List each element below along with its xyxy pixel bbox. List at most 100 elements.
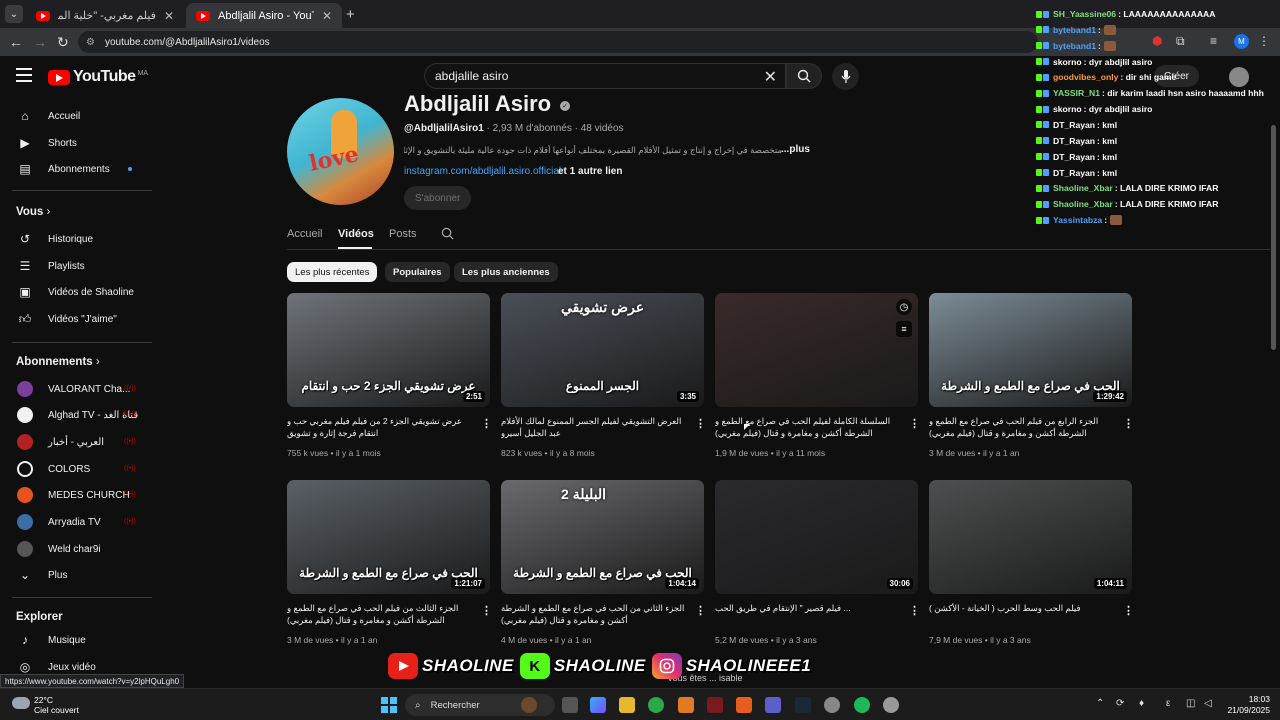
sidebar-channel-colors[interactable]: COLORS ((•))	[0, 456, 152, 482]
active-tab-underline	[338, 247, 372, 249]
video-thumbnail[interactable]: عرض تشويقي الجسر الممنوع 3:35	[501, 293, 704, 407]
more-actions-icon[interactable]: ⋮	[695, 604, 706, 617]
channel-avatar-large[interactable]: love	[287, 98, 394, 205]
upload-age: il y a 1 an	[555, 635, 592, 645]
more-actions-icon[interactable]: ⋮	[481, 417, 492, 430]
reload-icon[interactable]: ↻	[57, 34, 69, 51]
video-thumbnail[interactable]: الحب في صراع مع الطمع و الشرطة 1:21:07	[287, 480, 490, 594]
video-title[interactable]: الجزء الرابع من فيلم الحب في صراع مع الط…	[929, 415, 1119, 441]
close-tab-icon[interactable]: ✕	[322, 9, 332, 23]
settings-icon[interactable]	[883, 697, 899, 713]
sidebar-channel-valorant[interactable]: VALORANT Cha... ((•))	[0, 376, 152, 402]
task-view-icon[interactable]	[562, 697, 578, 713]
sidebar-item-home[interactable]: ⌂ Accueil	[0, 103, 152, 129]
search-button[interactable]	[786, 63, 822, 89]
spotify-icon[interactable]	[854, 697, 870, 713]
sidebar-item-liked-videos[interactable]: 👍︎ Vidéos "J'aime"	[0, 306, 152, 332]
video-title[interactable]: الجزء الثالث من فيلم الحب في صراع مع الط…	[287, 602, 477, 628]
sidebar-item-playlists[interactable]: ☰ Playlists	[0, 253, 152, 279]
more-actions-icon[interactable]: ⋮	[909, 417, 920, 430]
add-to-queue-icon[interactable]: ≡	[896, 321, 912, 337]
watch-later-icon[interactable]: ◷	[896, 299, 912, 315]
firefox-icon[interactable]	[736, 697, 752, 713]
subscribe-button[interactable]: S'abonner	[404, 186, 472, 210]
app-icon[interactable]	[707, 697, 723, 713]
guide-menu-icon[interactable]	[16, 68, 32, 82]
video-thumbnail[interactable]: 1:04:11	[929, 480, 1132, 594]
description-more-link[interactable]: ...plus	[781, 144, 810, 155]
teams-icon[interactable]	[765, 697, 781, 713]
video-thumbnail[interactable]: عرض تشويقي الجزء 2 حب و انتقام 2:51	[287, 293, 490, 407]
chip-latest[interactable]: Les plus récentes	[287, 262, 378, 282]
channel-label: VALORANT Cha...	[48, 383, 131, 395]
sidebar-channel-medes[interactable]: MEDES CHURCH ((•))	[0, 482, 152, 508]
sidebar-show-more[interactable]: ⌄ Plus	[0, 562, 152, 588]
back-icon[interactable]: ←	[9, 34, 23, 50]
sidebar-item-shorts[interactable]: ▶ Shorts	[0, 130, 152, 156]
video-thumbnail[interactable]: 30:06	[715, 480, 918, 594]
chip-popular[interactable]: Populaires	[385, 262, 450, 282]
network-icon[interactable]: ◫	[1186, 698, 1195, 709]
tab-posts[interactable]: Posts	[389, 228, 417, 240]
app-icon[interactable]	[678, 697, 694, 713]
page-scrollbar[interactable]	[1271, 125, 1276, 350]
video-title[interactable]: ... فيلم قصير " الإنتقام في طريق الحب	[715, 602, 905, 628]
chrome-icon[interactable]	[648, 697, 664, 713]
more-actions-icon[interactable]: ⋮	[909, 604, 920, 617]
browser-tab-1[interactable]: فيلم مغربي- "خلية المجانين 36" ✕	[26, 3, 184, 28]
more-actions-icon[interactable]: ⋮	[695, 417, 706, 430]
sidebar-item-history[interactable]: ↺ Historique	[0, 226, 152, 252]
video-title[interactable]: الجزء الثاني من الحب في صراع مع الطمع و …	[501, 602, 691, 628]
video-title[interactable]: العرض التشويقي لفيلم الجسر الممنوع لمالك…	[501, 415, 691, 441]
more-actions-icon[interactable]: ⋮	[1123, 604, 1134, 617]
channel-search-icon[interactable]	[441, 227, 454, 243]
video-thumbnail[interactable]: 2 البليلة الحب في صراع مع الطمع و الشرطة 1…	[501, 480, 704, 594]
obs-icon[interactable]	[824, 697, 840, 713]
tray-sync-icon[interactable]: ⟳	[1116, 698, 1124, 709]
keyboard-language[interactable]: ε	[1166, 698, 1170, 709]
sidebar-item-music[interactable]: ♪ Musique	[0, 627, 152, 653]
file-explorer-icon[interactable]	[619, 697, 635, 713]
sidebar-you-header[interactable]: Vous ›	[16, 206, 50, 218]
widget-icon[interactable]	[521, 697, 537, 713]
voice-search-button[interactable]	[832, 63, 859, 90]
url-bar[interactable]: ⚙ youtube.com/@AbdljalilAsiro1/videos	[78, 31, 1038, 53]
tab-home[interactable]: Accueil	[287, 228, 322, 240]
tray-chevron-icon[interactable]: ⌃	[1096, 698, 1104, 709]
sidebar-item-your-videos[interactable]: ▣ Vidéos de Shaoline	[0, 279, 152, 305]
steam-icon[interactable]	[795, 697, 811, 713]
sidebar-channel-alghad[interactable]: Alghad TV - قناة الغد ((•))	[0, 402, 152, 428]
video-title[interactable]: فيلم الحب وسط الحرب ( الخيانة - الأكشن )	[929, 602, 1119, 628]
channel-description[interactable]: متخصصة في إخراج و إنتاج و تمثيل الأفلام …	[404, 145, 782, 156]
video-thumbnail[interactable]: ◷ ≡	[715, 293, 918, 407]
view-count: 3 M de vues	[929, 448, 976, 458]
volume-icon[interactable]: ◁	[1204, 698, 1212, 709]
more-actions-icon[interactable]: ⋮	[481, 604, 492, 617]
chip-oldest[interactable]: Les plus anciennes	[454, 262, 558, 282]
channel-more-links[interactable]: et 1 autre lien	[558, 166, 622, 177]
youtube-logo[interactable]: YouTube MA	[48, 68, 148, 86]
sidebar-item-subscriptions[interactable]: ▤ Abonnements	[0, 156, 152, 182]
forward-icon[interactable]: →	[33, 34, 47, 50]
sidebar-channel-weld[interactable]: Weld char9i	[0, 536, 152, 562]
tab-search-icon[interactable]: ⌄	[5, 5, 23, 23]
browser-tab-2[interactable]: Abdljalil Asiro - YouTube ✕	[186, 3, 342, 28]
taskbar-clock[interactable]: 18:03 21/09/2025	[1222, 694, 1270, 716]
video-title[interactable]: عرض تشويقي الجزء 2 من فيلم فيلم مغربي حب…	[287, 415, 477, 441]
sidebar-subscriptions-header[interactable]: Abonnements ›	[16, 356, 100, 368]
clear-search-icon[interactable]: ✕	[764, 67, 777, 87]
search-input[interactable]: abdjalile asiro ✕	[424, 63, 786, 89]
tray-microphone-icon[interactable]: ♦	[1139, 698, 1144, 709]
windows-start-icon[interactable]	[381, 697, 397, 713]
weather-widget[interactable]: 22°C Ciel couvert	[34, 695, 79, 715]
new-tab-icon[interactable]: +	[346, 6, 355, 23]
video-thumbnail[interactable]: الحب في صراع مع الطمع و الشرطة 1:29:42	[929, 293, 1132, 407]
channel-link[interactable]: instagram.com/abdljalil.asiro.official	[404, 166, 561, 177]
site-info-icon[interactable]: ⚙	[86, 37, 95, 48]
tab-videos[interactable]: Vidéos	[338, 228, 374, 240]
copilot-icon[interactable]	[590, 697, 606, 713]
more-actions-icon[interactable]: ⋮	[1123, 417, 1134, 430]
sidebar-channel-alaraby[interactable]: العربي - أخبار ((•))	[0, 429, 152, 455]
sidebar-channel-arryadia[interactable]: Arryadia TV ((•))	[0, 509, 152, 535]
close-tab-icon[interactable]: ✕	[164, 9, 174, 23]
